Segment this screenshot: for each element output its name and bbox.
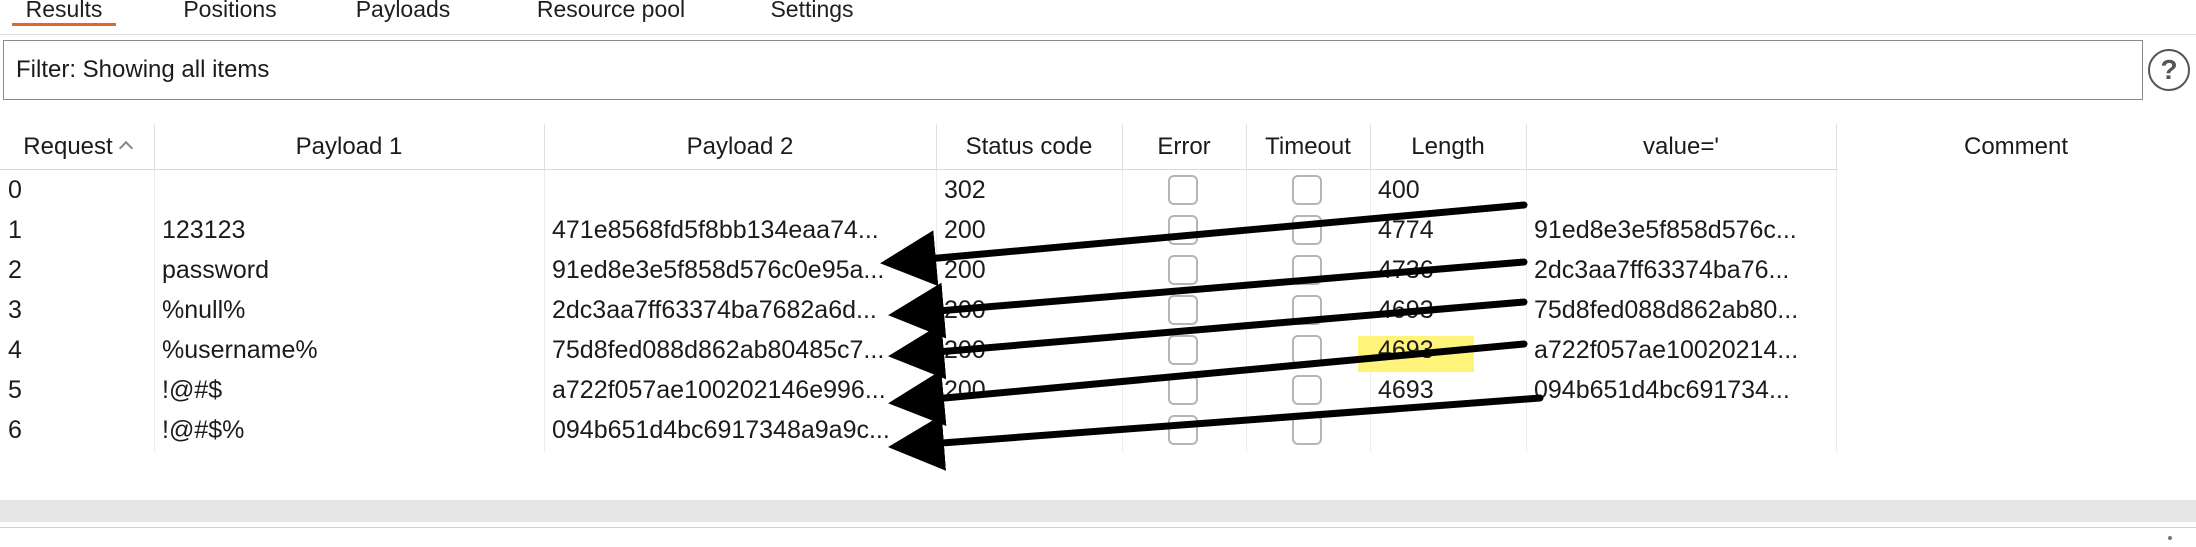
- cell-payload-2: 91ed8e3e5f858d576c0e95a...: [552, 256, 885, 284]
- cell-length: 400: [1378, 176, 1420, 204]
- column-header-payload-1[interactable]: Payload 1: [154, 124, 544, 170]
- cell-length: 4693: [1378, 376, 1434, 404]
- tab-resource-pool[interactable]: Resource pool: [518, 0, 704, 26]
- error-checkbox[interactable]: [1168, 295, 1198, 325]
- cell-payload-2: [552, 170, 928, 210]
- timeout-checkbox[interactable]: [1292, 255, 1322, 285]
- cell-status-code: [944, 410, 1114, 450]
- cell-request: 5: [8, 376, 22, 404]
- cell-value: 91ed8e3e5f858d576c...: [1534, 216, 1797, 244]
- sort-ascending-icon: [118, 140, 133, 156]
- table-row[interactable]: 2 password 91ed8e3e5f858d576c0e95a... 20…: [0, 250, 1838, 290]
- cell-request: 0: [8, 176, 22, 204]
- cell-payload-2: a722f057ae100202146e996...: [552, 376, 886, 404]
- tab-bar: Results Positions Payloads Resource pool…: [0, 0, 2196, 34]
- cell-payload-2: 75d8fed088d862ab80485c7...: [552, 336, 885, 364]
- timeout-checkbox[interactable]: [1292, 415, 1322, 445]
- cell-value: a722f057ae10020214...: [1534, 336, 1799, 364]
- error-checkbox[interactable]: [1168, 175, 1198, 205]
- tab-results[interactable]: Results: [12, 0, 116, 26]
- results-table: Request Payload 1 Payload 2 Status code …: [0, 124, 2068, 452]
- table-row[interactable]: 4 %username% 75d8fed088d862ab80485c7... …: [0, 330, 1838, 370]
- error-checkbox[interactable]: [1168, 215, 1198, 245]
- cell-length: 4693: [1378, 336, 1434, 364]
- cell-payload-1: [162, 170, 538, 210]
- horizontal-scrollbar[interactable]: [0, 500, 2196, 522]
- tab-payloads[interactable]: Payloads: [344, 0, 462, 26]
- cell-value: 75d8fed088d862ab80...: [1534, 296, 1799, 324]
- cell-length: [1378, 410, 1518, 450]
- cell-status-code: 302: [944, 176, 986, 204]
- table-header: Request Payload 1 Payload 2 Status code …: [0, 124, 2068, 170]
- table-row[interactable]: 5 !@#$ a722f057ae100202146e996... 200 46…: [0, 370, 1838, 410]
- cell-payload-1: %null%: [162, 296, 246, 324]
- help-icon[interactable]: ?: [2148, 49, 2190, 91]
- table-row[interactable]: 1 123123 471e8568fd5f8bb134eaa74... 200 …: [0, 210, 1838, 250]
- column-header-comment[interactable]: Comment: [1836, 124, 2196, 170]
- column-header-length[interactable]: Length: [1370, 124, 1526, 170]
- table-row[interactable]: 6 !@#$% 094b651d4bc6917348a9a9c...: [0, 410, 1838, 450]
- timeout-checkbox[interactable]: [1292, 175, 1322, 205]
- cell-request: 1: [8, 216, 22, 244]
- filter-bar[interactable]: Filter: Showing all items: [3, 40, 2143, 100]
- error-checkbox[interactable]: [1168, 335, 1198, 365]
- cell-length: 4736: [1378, 256, 1434, 284]
- table-row[interactable]: 3 %null% 2dc3aa7ff63374ba7682a6d... 200 …: [0, 290, 1838, 330]
- column-header-request[interactable]: Request: [0, 124, 154, 170]
- column-header-value[interactable]: value=': [1526, 124, 1836, 170]
- cell-value: [1534, 410, 1830, 450]
- cell-request: 2: [8, 256, 22, 284]
- cell-request: 6: [8, 416, 22, 444]
- cell-payload-2: 094b651d4bc6917348a9a9c...: [552, 416, 890, 444]
- cell-value: 094b651d4bc691734...: [1534, 376, 1790, 404]
- cell-status-code: 200: [944, 296, 986, 324]
- timeout-checkbox[interactable]: [1292, 295, 1322, 325]
- tab-settings[interactable]: Settings: [758, 0, 866, 26]
- column-header-payload-2[interactable]: Payload 2: [544, 124, 936, 170]
- cell-request: 3: [8, 296, 22, 324]
- timeout-checkbox[interactable]: [1292, 335, 1322, 365]
- column-header-status-code[interactable]: Status code: [936, 124, 1122, 170]
- cell-status-code: 200: [944, 376, 986, 404]
- cell-payload-1: !@#$: [162, 376, 223, 404]
- tab-positions[interactable]: Positions: [168, 0, 292, 26]
- cell-length: 4774: [1378, 216, 1434, 244]
- column-header-timeout[interactable]: Timeout: [1246, 124, 1370, 170]
- error-checkbox[interactable]: [1168, 375, 1198, 405]
- error-checkbox[interactable]: [1168, 255, 1198, 285]
- timeout-checkbox[interactable]: [1292, 375, 1322, 405]
- cell-length: 4693: [1378, 296, 1434, 324]
- cell-value: 2dc3aa7ff63374ba76...: [1534, 256, 1790, 284]
- bottom-divider: [0, 527, 2196, 528]
- cell-payload-1: %username%: [162, 336, 318, 364]
- tab-divider: [0, 34, 2196, 35]
- cell-payload-1: !@#$%: [162, 416, 245, 444]
- error-checkbox[interactable]: [1168, 415, 1198, 445]
- cell-status-code: 200: [944, 336, 986, 364]
- cell-payload-2: 471e8568fd5f8bb134eaa74...: [552, 216, 879, 244]
- cell-value: [1534, 170, 1830, 210]
- cell-request: 4: [8, 336, 22, 364]
- timeout-checkbox[interactable]: [1292, 215, 1322, 245]
- cell-status-code: 200: [944, 216, 986, 244]
- cell-payload-1: 123123: [162, 216, 246, 244]
- cell-payload-2: 2dc3aa7ff63374ba7682a6d...: [552, 296, 877, 324]
- cell-status-code: 200: [944, 256, 986, 284]
- cell-payload-1: password: [162, 256, 269, 284]
- column-header-error[interactable]: Error: [1122, 124, 1246, 170]
- table-row[interactable]: 0 302 400: [0, 170, 1838, 210]
- resize-grip-icon[interactable]: [2168, 536, 2172, 540]
